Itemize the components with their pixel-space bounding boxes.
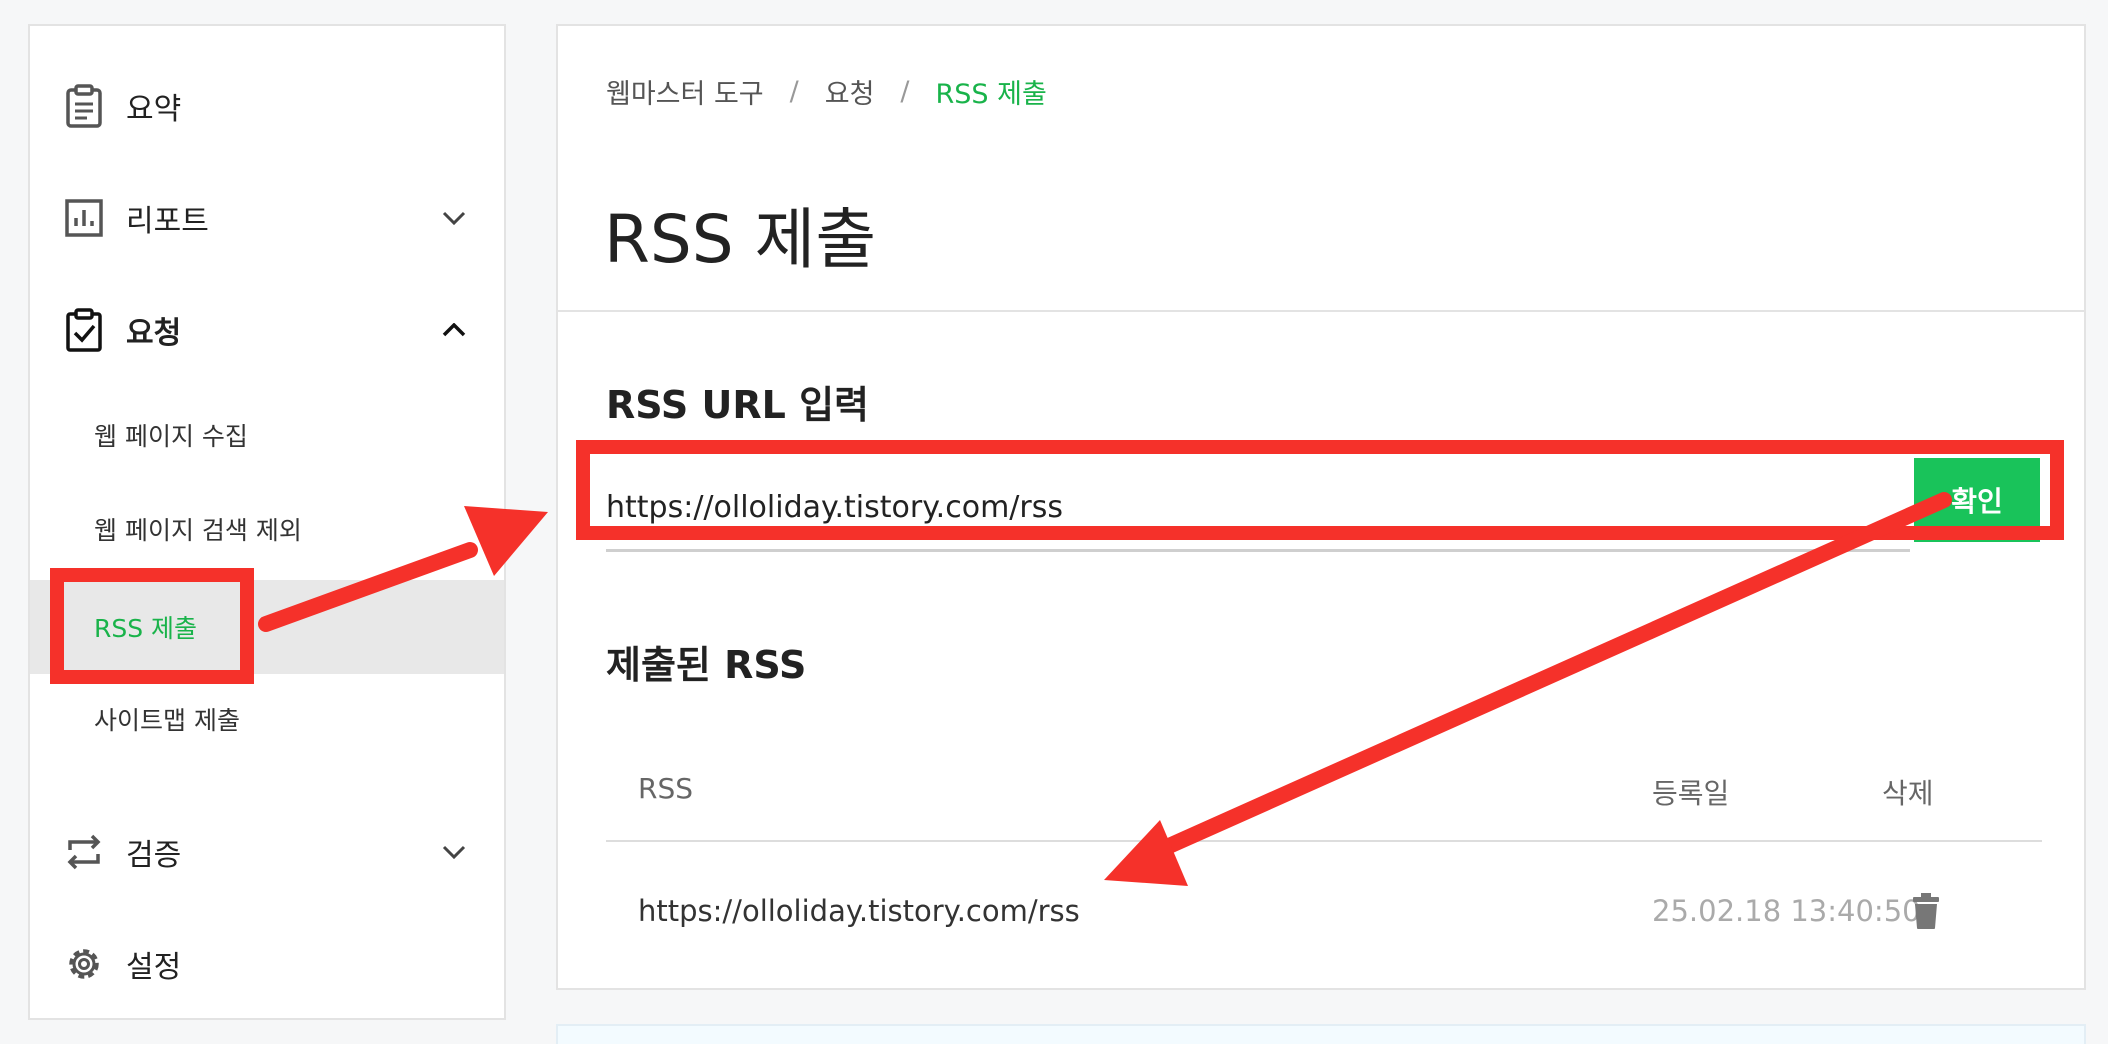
divider	[558, 310, 2084, 312]
table-row: https://olloliday.tistory.com/rss 25.02.…	[606, 844, 2042, 968]
submitted-rss-title: 제출된 RSS	[606, 643, 807, 687]
info-banner	[556, 1024, 2086, 1044]
sidebar-item-report[interactable]: 리포트	[30, 178, 504, 258]
clipboard-check-icon	[66, 308, 102, 352]
page-title: RSS 제출	[604, 201, 877, 278]
main-panel: 웹마스터 도구 / 요청 / RSS 제출 RSS 제출 RSS URL 입력 …	[556, 24, 2086, 990]
chevron-up-icon[interactable]	[442, 323, 466, 337]
gear-icon	[69, 949, 99, 979]
column-header-rss: RSS	[638, 772, 694, 805]
breadcrumb-item[interactable]: 요청	[825, 72, 875, 111]
rss-url-section-title: RSS URL 입력	[606, 383, 870, 427]
sidebar-item-label: 리포트	[126, 204, 209, 239]
sidebar-subitem-web-collect[interactable]: 웹 페이지 수집	[30, 388, 504, 482]
chevron-down-icon[interactable]	[442, 845, 466, 859]
column-header-delete: 삭제	[1882, 777, 1934, 810]
sidebar-subitem-label: RSS 제출	[94, 614, 198, 643]
clipboard-list-icon	[66, 84, 102, 128]
sidebar-subitem-label: 사이트맵 제출	[94, 706, 240, 735]
sidebar-subitem-web-exclude[interactable]: 웹 페이지 검색 제외	[30, 482, 504, 576]
rss-url-input[interactable]	[606, 466, 1910, 552]
confirm-button[interactable]: 확인	[1914, 458, 2040, 542]
breadcrumb: 웹마스터 도구 / 요청 / RSS 제출	[606, 72, 1047, 111]
breadcrumb-separator: /	[900, 76, 910, 107]
bar-chart-icon	[65, 199, 103, 237]
breadcrumb-separator: /	[789, 76, 799, 107]
column-header-date: 등록일	[1652, 777, 1730, 810]
sidebar-item-settings[interactable]: 설정	[30, 924, 504, 1004]
rss-url-cell: https://olloliday.tistory.com/rss	[638, 894, 1080, 928]
sidebar: 요약 리포트 요청 웹 페이지 수집 웹 페이지 검색 제외 RSS 제출 사이…	[28, 24, 506, 1020]
page: 요약 리포트 요청 웹 페이지 수집 웹 페이지 검색 제외 RSS 제출 사이…	[0, 0, 2108, 1044]
sidebar-item-label: 설정	[126, 950, 182, 985]
sidebar-item-request[interactable]: 요청	[30, 290, 504, 370]
chevron-down-icon[interactable]	[442, 211, 466, 225]
sidebar-subitem-rss-submit[interactable]: RSS 제출	[30, 580, 504, 674]
sidebar-item-verify[interactable]: 검증	[30, 812, 504, 892]
date-cell: 25.02.18 13:40:50	[1652, 894, 1921, 928]
repeat-icon	[67, 834, 101, 870]
sidebar-item-label: 요약	[126, 92, 182, 127]
sidebar-item-label: 요청	[126, 316, 182, 351]
sidebar-subitem-sitemap-submit[interactable]: 사이트맵 제출	[30, 672, 504, 766]
sidebar-item-summary[interactable]: 요약	[30, 66, 504, 146]
sidebar-subitem-label: 웹 페이지 수집	[94, 422, 248, 451]
trash-icon[interactable]	[1912, 892, 1940, 930]
breadcrumb-item[interactable]: 웹마스터 도구	[606, 72, 764, 111]
sidebar-subitem-label: 웹 페이지 검색 제외	[94, 516, 302, 545]
sidebar-item-label: 검증	[126, 838, 182, 873]
table-header: RSS 등록일 삭제	[606, 746, 2042, 842]
breadcrumb-current: RSS 제출	[935, 79, 1047, 110]
